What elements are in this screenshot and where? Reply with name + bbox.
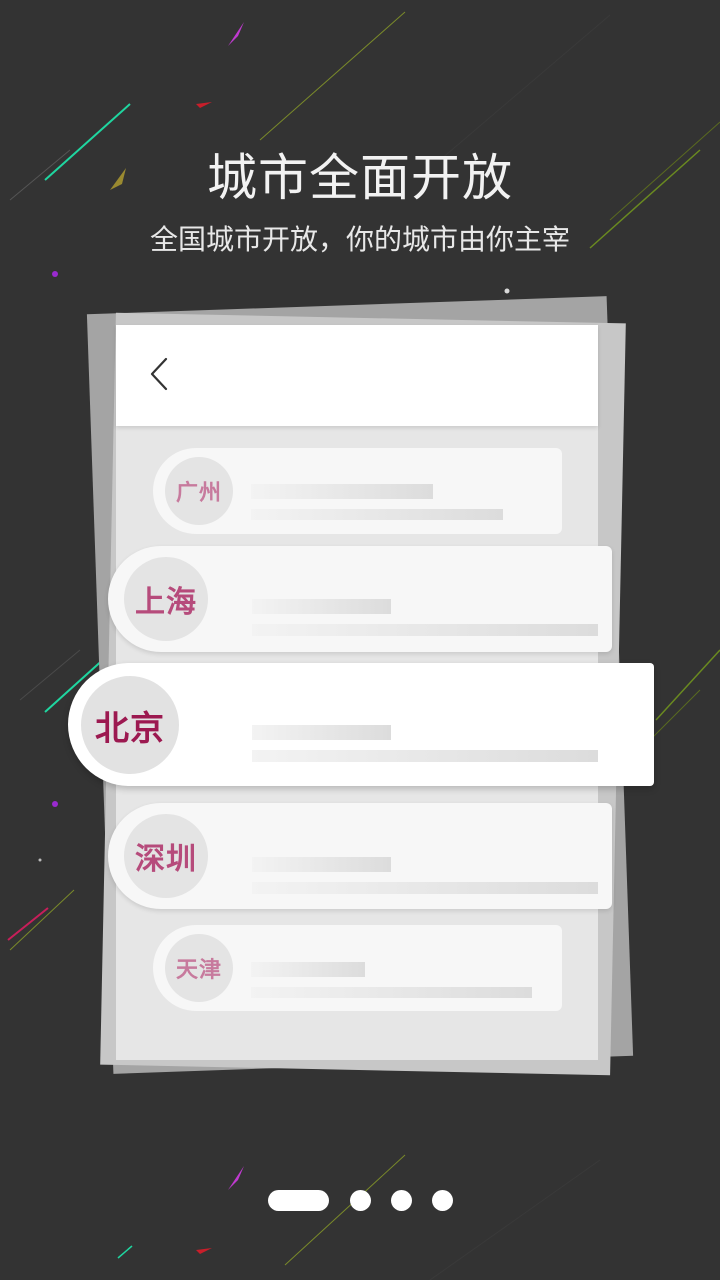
- placeholder-line: [252, 725, 391, 740]
- city-badge: 深圳: [124, 814, 208, 898]
- back-button[interactable]: [140, 350, 180, 402]
- placeholder-line: [252, 857, 391, 872]
- placeholder-line: [251, 987, 532, 998]
- page-dot[interactable]: [350, 1190, 371, 1211]
- page-title: 城市全面开放: [207, 149, 513, 207]
- city-item-beijing[interactable]: 北京: [68, 663, 654, 786]
- page-dot[interactable]: [391, 1190, 412, 1211]
- placeholder-line: [251, 484, 433, 499]
- page-indicator: [0, 1190, 720, 1212]
- city-item-guangzhou[interactable]: 广州: [153, 448, 562, 534]
- placeholder-line: [252, 882, 598, 894]
- city-item-shanghai[interactable]: 上海: [108, 546, 612, 652]
- page-dot-active[interactable]: [268, 1190, 329, 1211]
- placeholder-line: [251, 509, 503, 520]
- page-subtitle: 全国城市开放，你的城市由你主宰: [149, 223, 570, 256]
- placeholder-line: [251, 962, 365, 977]
- city-badge: 北京: [81, 676, 179, 774]
- card-header: [116, 325, 598, 426]
- city-badge: 广州: [165, 457, 233, 525]
- placeholder-line: [252, 599, 391, 614]
- city-item-tianjin[interactable]: 天津: [153, 925, 562, 1011]
- placeholder-line: [252, 750, 598, 762]
- page-dot[interactable]: [432, 1190, 453, 1211]
- city-item-shenzhen[interactable]: 深圳: [108, 803, 612, 909]
- placeholder-line: [252, 624, 598, 636]
- city-badge: 上海: [124, 557, 208, 641]
- city-badge: 天津: [165, 934, 233, 1002]
- chevron-left-icon: [148, 356, 172, 396]
